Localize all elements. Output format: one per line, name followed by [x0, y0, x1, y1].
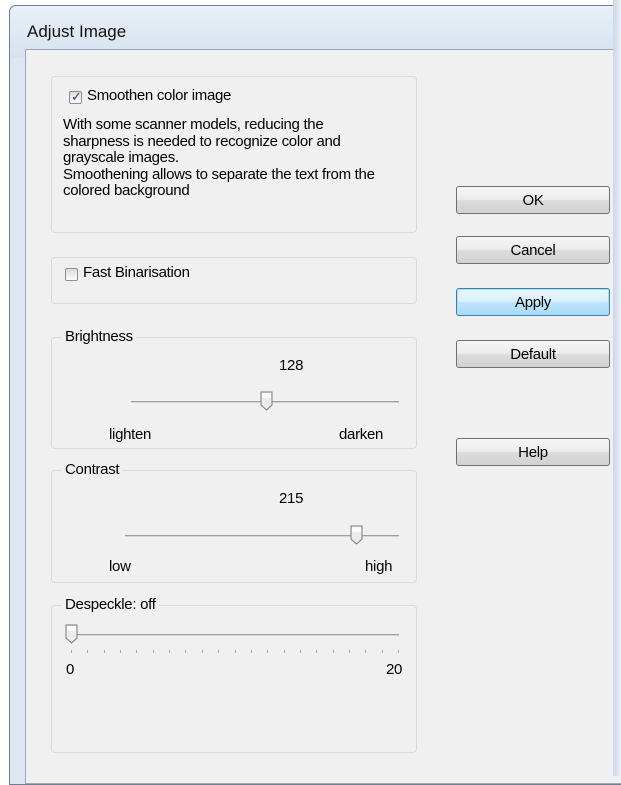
fast-binarisation-label: Fast Binarisation — [83, 264, 190, 281]
tick-mark — [71, 650, 72, 653]
tick-mark — [398, 650, 399, 653]
tick-mark — [365, 650, 367, 653]
brightness-group: Brightness 128 lighten darken — [51, 328, 417, 449]
despeckle-slider-track[interactable] — [71, 634, 399, 636]
tick-mark — [120, 650, 122, 653]
tick-mark — [316, 650, 318, 653]
tick-mark — [381, 650, 383, 653]
ok-button[interactable]: OK — [456, 186, 610, 214]
despeckle-min-label: 0 — [66, 661, 75, 678]
despeckle-slider-thumb[interactable] — [65, 624, 78, 644]
smoothen-label: Smoothen color image — [87, 87, 232, 104]
cancel-button[interactable]: Cancel — [456, 236, 610, 264]
contrast-title: Contrast — [62, 461, 123, 478]
contrast-max-label: high — [365, 558, 393, 575]
contrast-group: Contrast 215 low high — [51, 461, 417, 583]
tick-mark — [234, 650, 236, 653]
tick-mark — [283, 650, 285, 653]
apply-button[interactable]: Apply — [456, 288, 610, 316]
tick-mark — [185, 650, 187, 653]
tick-mark — [348, 650, 350, 653]
adjust-image-dialog: Adjust Image ✓ Smoothen color image With… — [9, 5, 621, 785]
tick-mark — [103, 650, 105, 653]
tick-mark — [299, 650, 301, 653]
brightness-min-label: lighten — [109, 426, 152, 443]
tick-mark — [87, 650, 89, 653]
contrast-value: 215 — [279, 490, 304, 507]
window-right-edge — [613, 0, 621, 776]
brightness-slider-thumb[interactable] — [260, 391, 273, 411]
fast-binarisation-checkbox[interactable] — [65, 268, 78, 281]
smoothen-description: With some scanner models, reducing the s… — [63, 116, 413, 200]
despeckle-max-label: 20 — [386, 661, 403, 678]
tick-mark — [136, 650, 138, 653]
tick-mark — [250, 650, 252, 653]
description-line: grayscale images. — [63, 149, 179, 166]
default-button[interactable]: Default — [456, 340, 610, 368]
tick-mark — [267, 650, 269, 653]
window-title: Adjust Image — [27, 22, 127, 41]
smoothen-checkbox[interactable]: ✓ — [69, 89, 82, 104]
brightness-max-label: darken — [339, 426, 384, 443]
tick-mark — [201, 650, 203, 653]
brightness-value: 128 — [279, 357, 304, 374]
tick-mark — [218, 650, 220, 653]
despeckle-title: Despeckle: off — [62, 596, 159, 613]
smoothen-group: ✓ Smoothen color image With some scanner… — [51, 76, 417, 233]
despeckle-tick-marks — [71, 650, 399, 653]
despeckle-group: Despeckle: off 0 20 — [51, 596, 417, 753]
dialog-client-area: ✓ Smoothen color image With some scanner… — [25, 49, 621, 784]
contrast-min-label: low — [109, 558, 131, 575]
description-line: Smoothening allows to separate the text … — [63, 165, 375, 183]
description-line: With some scanner models, reducing the — [63, 116, 324, 133]
brightness-title: Brightness — [62, 328, 136, 345]
checkmark-icon: ✓ — [71, 89, 82, 104]
tick-mark — [152, 650, 154, 653]
contrast-slider-thumb[interactable] — [350, 525, 363, 545]
tick-mark — [169, 650, 171, 653]
description-line: sharpness is needed to recognize color a… — [63, 132, 341, 150]
tick-mark — [332, 650, 334, 653]
help-button[interactable]: Help — [456, 438, 610, 466]
fast-binarisation-group: Fast Binarisation — [51, 257, 417, 304]
description-line: colored background — [63, 182, 190, 199]
